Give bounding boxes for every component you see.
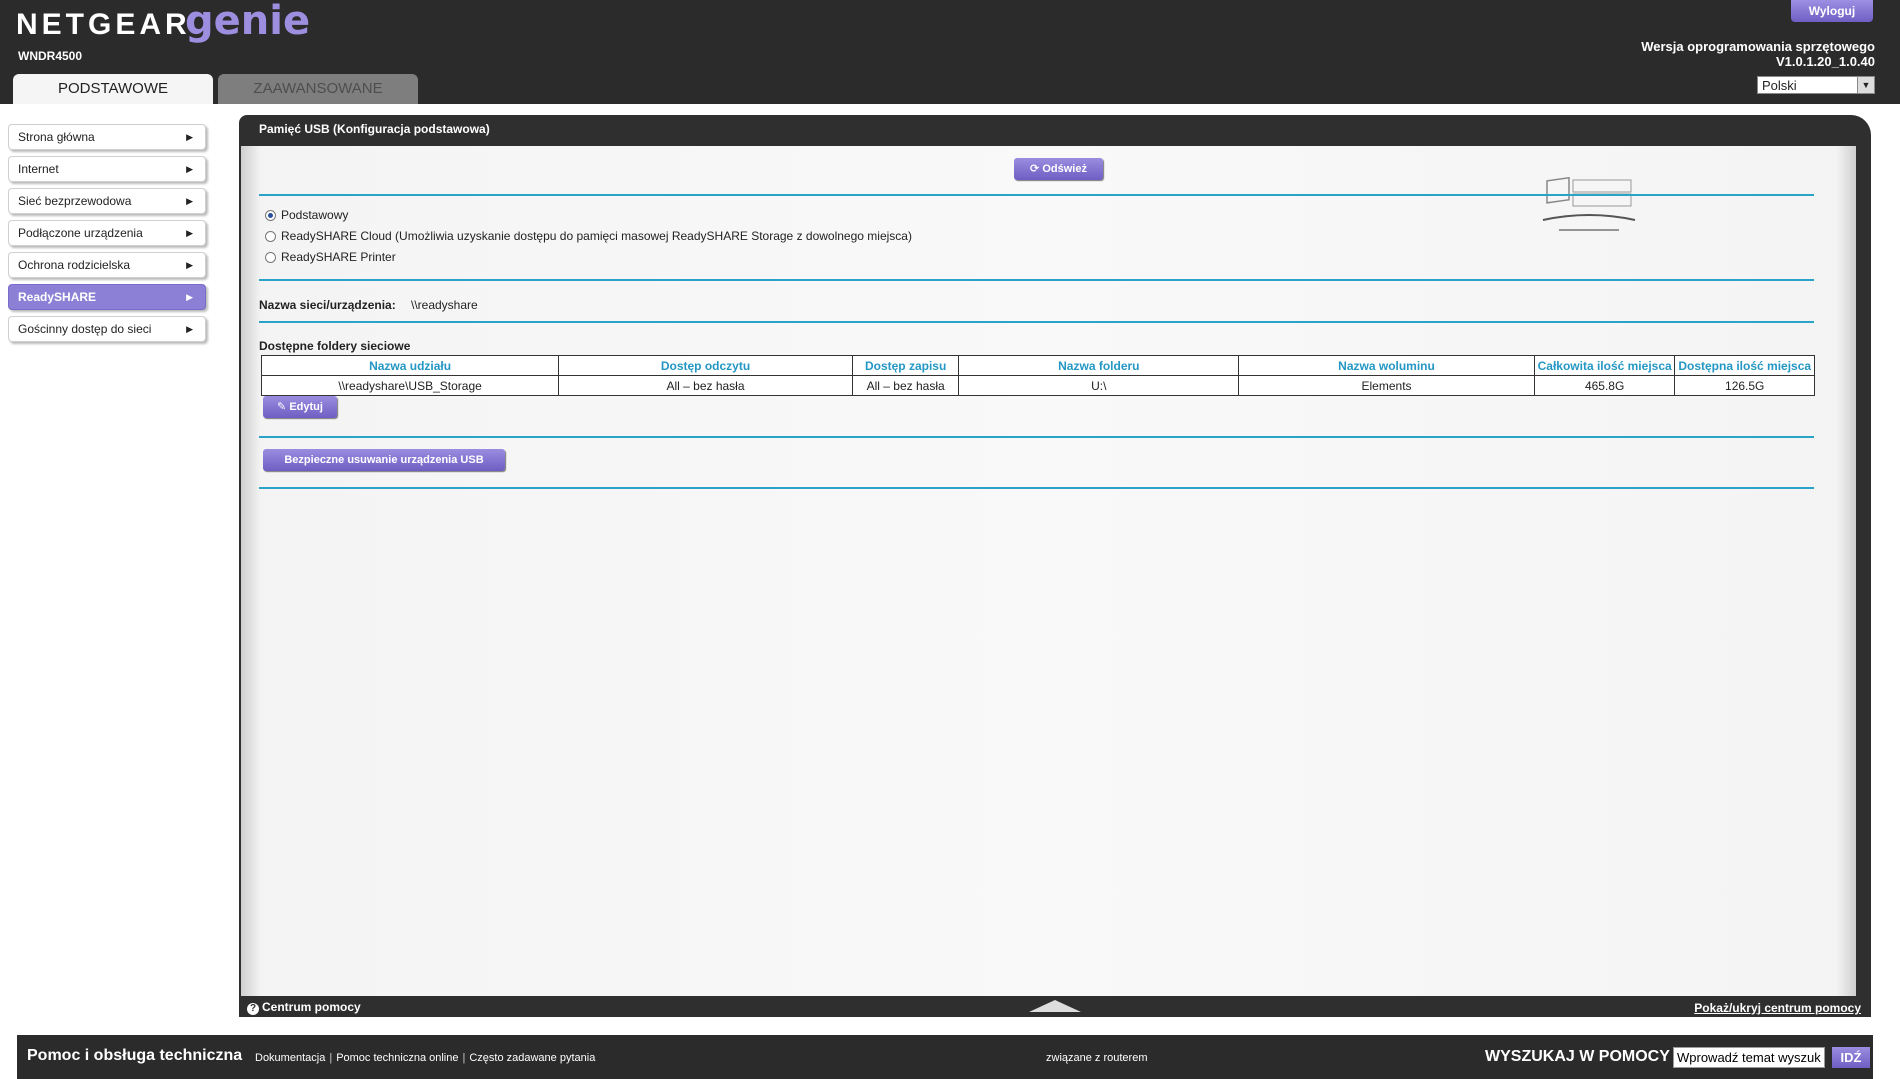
option-readyshare-printer[interactable]: ReadySHARE Printer xyxy=(265,250,396,264)
sidebar-item-label: Strona główna xyxy=(18,130,95,144)
table-cell: \\readyshare\USB_Storage xyxy=(260,375,560,396)
option-readyshare-printer-label: ReadySHARE Printer xyxy=(281,250,396,264)
triangle-right-icon: ▶ xyxy=(186,132,193,142)
footer-link-faq[interactable]: Często zadawane pytania xyxy=(469,1052,595,1064)
firmware-version: V1.0.1.20_1.0.40 xyxy=(1775,54,1875,69)
separator xyxy=(259,194,1814,196)
expand-up-icon[interactable] xyxy=(1029,1000,1081,1012)
sidebar: Strona główna ▶ Internet ▶ Sieć bezprzew… xyxy=(8,124,206,348)
triangle-right-icon: ▶ xyxy=(186,196,193,206)
column-header: Nazwa folderu xyxy=(958,355,1240,376)
column-header: Dostęp odczytu xyxy=(558,355,853,376)
column-header: Całkowita ilość miejsca xyxy=(1533,355,1676,376)
table-cell: All – bez hasła xyxy=(558,375,853,396)
tab-basic[interactable]: PODSTAWOWE xyxy=(13,74,213,104)
sidebar-item-guest-network[interactable]: Gościnny dostęp do sieci ▶ xyxy=(8,316,206,342)
sidebar-item-parental-controls[interactable]: Ochrona rodzicielska ▶ xyxy=(8,252,206,278)
router-model: WNDR4500 xyxy=(18,49,83,63)
tab-advanced[interactable]: ZAAWANSOWANE xyxy=(218,74,418,104)
table-cell: All – bez hasła xyxy=(851,375,960,396)
triangle-right-icon: ▶ xyxy=(186,324,193,334)
main-panel: Pamięć USB (Konfiguracja podstawowa) ⟳ O… xyxy=(239,115,1871,1017)
language-select[interactable]: Polski ▼ xyxy=(1757,76,1875,94)
footer-search-label: WYSZUKAJ W POMOCY xyxy=(1485,1048,1670,1065)
option-readyshare-cloud-label: ReadySHARE Cloud (Umożliwia uzyskanie do… xyxy=(281,229,912,243)
sidebar-item-internet[interactable]: Internet ▶ xyxy=(8,156,206,182)
footer-title: Pomoc i obsługa techniczna xyxy=(27,1047,243,1064)
footer: Pomoc i obsługa techniczna Dokumentacja … xyxy=(17,1035,1873,1079)
language-select-value: Polski xyxy=(1762,78,1797,93)
triangle-right-icon: ▶ xyxy=(186,292,193,302)
help-search-input[interactable] xyxy=(1673,1047,1825,1068)
table-cell: U:\ xyxy=(958,375,1240,396)
sidebar-item-wireless[interactable]: Sieć bezprzewodowa ▶ xyxy=(8,188,206,214)
toggle-help-center-link[interactable]: Pokaż/ukryj centrum pomocy xyxy=(1694,1001,1861,1015)
table-header-row: Nazwa udziału Dostęp odczytu Dostęp zapi… xyxy=(260,355,1815,376)
sidebar-item-label: ReadySHARE xyxy=(18,290,97,304)
header: NETGEAR genie ™ WNDR4500 Wyloguj Wersja … xyxy=(0,0,1900,104)
sidebar-item-label: Internet xyxy=(18,162,59,176)
column-header: Nazwa woluminu xyxy=(1238,355,1535,376)
edit-button-label: Edytuj xyxy=(289,401,323,413)
brand-netgear-logo: NETGEAR xyxy=(16,8,191,41)
footer-router-text: związane z routerem xyxy=(1046,1052,1148,1064)
sidebar-item-label: Sieć bezprzewodowa xyxy=(18,194,132,208)
radio-readyshare-printer[interactable] xyxy=(265,251,276,263)
folders-title: Dostępne foldery sieciowe xyxy=(259,339,411,353)
watermark-logo xyxy=(1542,176,1636,231)
trademark-mark: ™ xyxy=(290,12,298,21)
radio-readyshare-cloud[interactable] xyxy=(265,230,276,242)
refresh-button-label: Odśwież xyxy=(1042,163,1087,175)
separator xyxy=(259,436,1814,438)
footer-link-documentation[interactable]: Dokumentacja xyxy=(255,1052,325,1064)
option-readyshare-cloud[interactable]: ReadySHARE Cloud (Umożliwia uzyskanie do… xyxy=(265,229,912,243)
table-cell: 465.8G xyxy=(1533,375,1676,396)
radio-basic[interactable] xyxy=(265,209,276,221)
sidebar-item-label: Podłączone urządzenia xyxy=(18,226,143,240)
page-title: Pamięć USB (Konfiguracja podstawowa) xyxy=(259,122,490,136)
column-header: Nazwa udziału xyxy=(260,355,560,376)
footer-divider: | xyxy=(462,1052,466,1064)
triangle-right-icon: ▶ xyxy=(186,164,193,174)
triangle-right-icon: ▶ xyxy=(186,228,193,238)
separator xyxy=(259,321,1814,323)
chevron-down-icon[interactable]: ▼ xyxy=(1857,77,1874,93)
network-name-label: Nazwa sieci/urządzenia: xyxy=(259,298,396,312)
brand-genie-logo: genie xyxy=(185,0,311,44)
option-basic-label: Podstawowy xyxy=(281,208,349,222)
table-cell: 126.5G xyxy=(1674,375,1815,396)
help-center-link[interactable]: ? Centrum pomocy xyxy=(247,1000,361,1015)
column-header: Dostęp zapisu xyxy=(851,355,960,376)
edit-button[interactable]: ✎ Edytuj xyxy=(263,396,337,418)
network-name-value: \\readyshare xyxy=(411,298,478,312)
footer-link-online-support[interactable]: Pomoc techniczna online xyxy=(336,1052,458,1064)
folders-table: Nazwa udziału Dostęp odczytu Dostęp zapi… xyxy=(260,355,1815,396)
option-basic[interactable]: Podstawowy xyxy=(265,208,348,222)
help-center-label: Centrum pomocy xyxy=(262,1000,361,1014)
sidebar-item-readyshare[interactable]: ReadySHARE ▶ xyxy=(8,284,206,310)
refresh-button[interactable]: ⟳ Odśwież xyxy=(1014,158,1103,180)
firmware-label: Wersja oprogramowania sprzętowego xyxy=(1641,39,1875,54)
sidebar-item-label: Gościnny dostęp do sieci xyxy=(18,322,152,336)
footer-links: Dokumentacja | Pomoc techniczna online |… xyxy=(255,1052,595,1064)
pencil-icon: ✎ xyxy=(277,401,287,413)
footer-divider: | xyxy=(329,1052,333,1064)
logout-button[interactable]: Wyloguj xyxy=(1791,0,1873,22)
safe-remove-usb-button[interactable]: Bezpieczne usuwanie urządzenia USB xyxy=(263,449,505,471)
table-cell: Elements xyxy=(1238,375,1535,396)
refresh-icon: ⟳ xyxy=(1030,163,1040,175)
separator xyxy=(259,279,1814,281)
triangle-right-icon: ▶ xyxy=(186,260,193,270)
sidebar-item-label: Ochrona rodzicielska xyxy=(18,258,131,272)
panel-body: ⟳ Odśwież Podstawowy ReadySHARE Cloud (U… xyxy=(241,146,1856,996)
help-center-bar: ? Centrum pomocy Pokaż/ukryj centrum pomo… xyxy=(239,996,1871,1017)
table-row: \\readyshare\USB_Storage All – bez hasła… xyxy=(260,375,1815,396)
question-icon: ? xyxy=(247,1003,259,1015)
sidebar-item-attached-devices[interactable]: Podłączone urządzenia ▶ xyxy=(8,220,206,246)
search-go-button[interactable]: IDŹ xyxy=(1832,1047,1870,1068)
column-header: Dostępna ilość miejsca xyxy=(1674,355,1815,376)
separator xyxy=(259,487,1814,489)
sidebar-item-home[interactable]: Strona główna ▶ xyxy=(8,124,206,150)
